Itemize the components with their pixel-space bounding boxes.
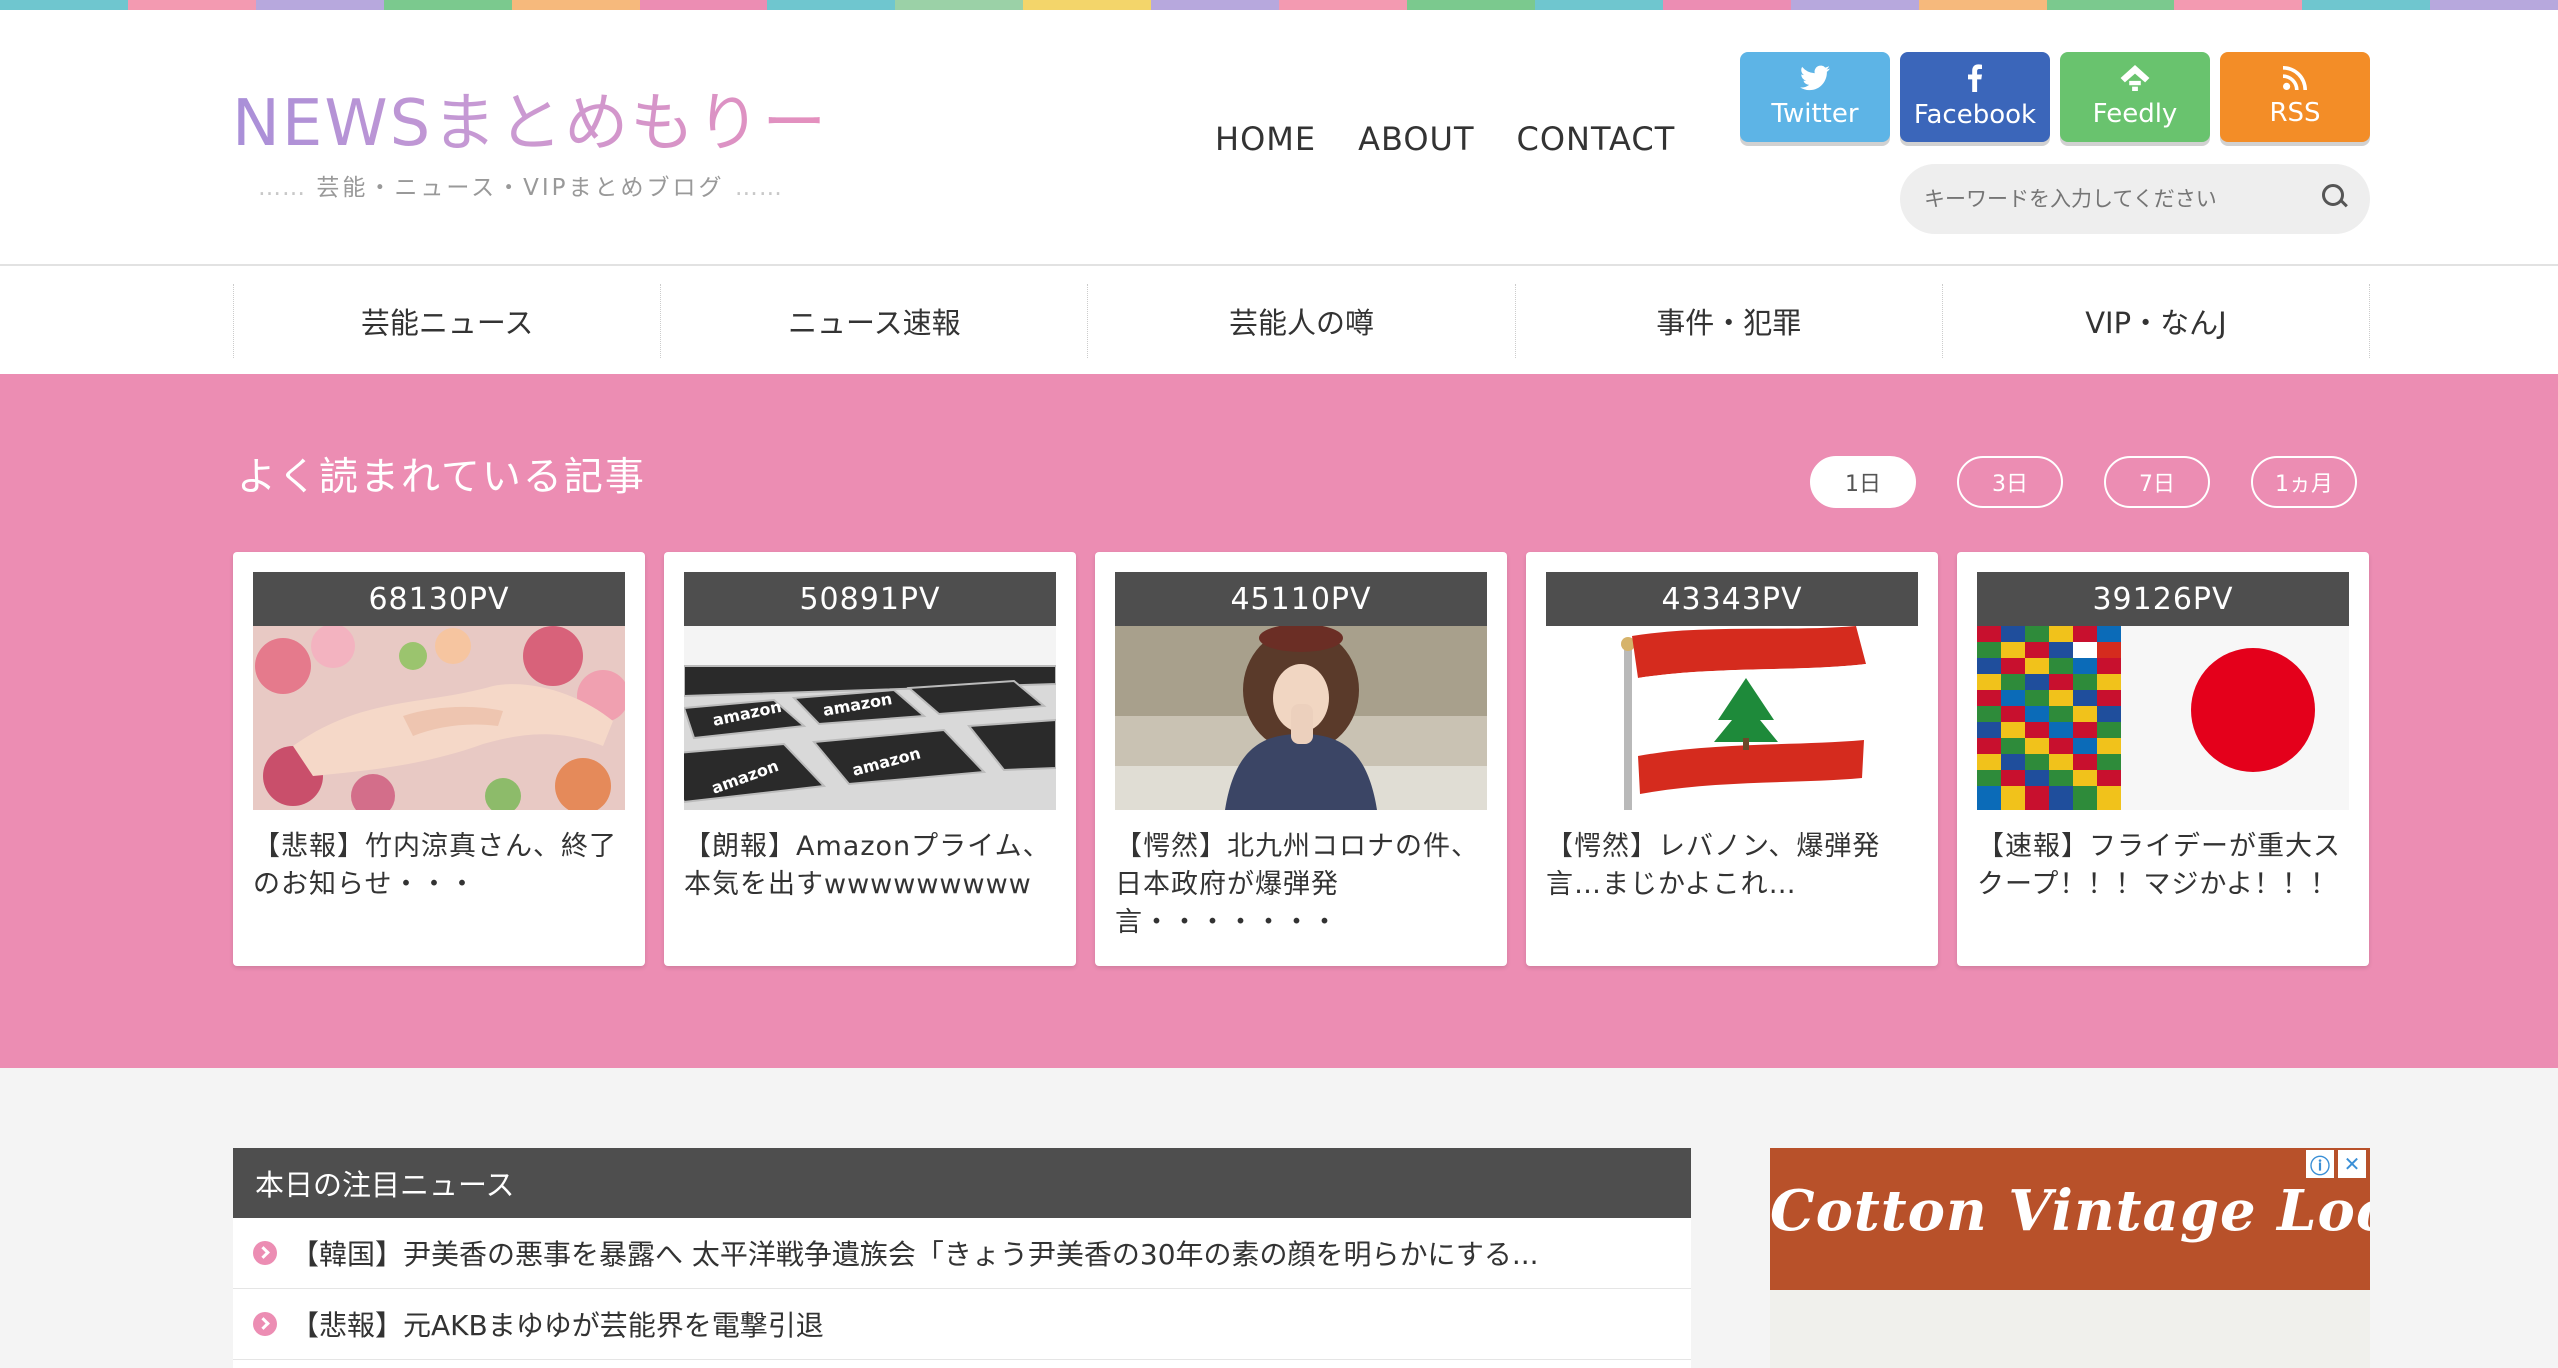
article-card[interactable]: 43343PV 【愕然】レバノン、爆弾発言…まじかよこれ… <box>1526 552 1938 966</box>
twitter-button[interactable]: Twitter <box>1740 52 1890 142</box>
stripe-segment <box>0 0 128 10</box>
stripe-segment <box>895 0 1024 10</box>
article-card[interactable]: 68130PV 【悲報】竹内涼真さん、終了のお知らせ・・・ <box>233 552 645 966</box>
featured-news-section: 本日の注目ニュース 【韓国】尹美香の悪事を暴露へ 太平洋戦争遺族会「きょう尹美香… <box>233 1148 1691 1368</box>
featured-news-heading: 本日の注目ニュース <box>233 1148 1691 1218</box>
ad-close-icon[interactable]: ✕ <box>2338 1150 2366 1178</box>
chevron-right-icon <box>253 1312 277 1336</box>
stripe-segment <box>2046 0 2175 10</box>
rss-icon <box>2283 65 2307 97</box>
news-list-item[interactable]: 【悲報】元AKBまゆゆが芸能界を電撃引退 <box>233 1289 1691 1360</box>
popular-articles-title: よく読まれている記事 <box>237 455 646 500</box>
social-buttons: Twitter Facebook Feedly RSS <box>1740 52 2370 142</box>
stripe-segment <box>639 0 768 10</box>
tagline-dots-right: …… <box>734 175 783 201</box>
facebook-button[interactable]: Facebook <box>1900 52 2050 142</box>
article-title[interactable]: 【朗報】Amazonプライム、本気を出すwwwwwwwww <box>684 828 1059 904</box>
site-logo[interactable]: NEWSまとめもりー <box>232 72 828 164</box>
period-tab-3day[interactable]: 3日 <box>1957 456 2063 508</box>
stripe-segment <box>2174 0 2303 10</box>
facebook-icon <box>1967 63 1983 99</box>
news-list-item[interactable]: 【韓国】尹美香の悪事を暴露へ 太平洋戦争遺族会「きょう尹美香の30年の素の顔を明… <box>233 1218 1691 1289</box>
feedly-button[interactable]: Feedly <box>2060 52 2210 142</box>
rss-label: RSS <box>2269 98 2321 128</box>
news-item-title[interactable]: 【韓国】尹美香の悪事を暴露へ 太平洋戦争遺族会「きょう尹美香の30年の素の顔を明… <box>291 1233 1539 1273</box>
article-thumbnail[interactable]: amazon amazon amazon amazon <box>684 626 1056 810</box>
article-title[interactable]: 【速報】フライデーが重大スクープ！！！マジかよ！！！ <box>1977 828 2352 904</box>
category-breaking-news[interactable]: ニュース速報 <box>661 284 1089 358</box>
article-thumbnail[interactable] <box>1546 626 1918 810</box>
facebook-label: Facebook <box>1913 99 2037 130</box>
ad-image[interactable] <box>1770 1290 2370 1368</box>
category-nav: 芸能ニュース ニュース速報 芸能人の噂 事件・犯罪 VIP・なんJ <box>0 266 2558 374</box>
ad-badges: ⓘ ✕ <box>2306 1150 2366 1178</box>
category-celebrity-rumors[interactable]: 芸能人の噂 <box>1088 284 1516 358</box>
stripe-segment <box>511 0 640 10</box>
article-card[interactable]: 50891PV amazon amazon amazon amazon 【朗報】… <box>664 552 1076 966</box>
period-tabs: 1日 3日 7日 1ヵ月 <box>1810 456 2357 508</box>
top-nav: HOME ABOUT CONTACT <box>1215 120 1675 158</box>
stripe-segment <box>1662 0 1791 10</box>
period-tab-1month[interactable]: 1ヵ月 <box>2251 456 2357 508</box>
stripe-segment <box>1918 0 2047 10</box>
stripe-segment <box>1406 0 1535 10</box>
twitter-icon <box>1800 65 1830 98</box>
sidebar-ad[interactable]: ⓘ ✕ Cotton Vintage Looks <box>1770 1148 2370 1368</box>
nav-home-link[interactable]: HOME <box>1215 120 1316 158</box>
stripe-segment <box>1279 0 1407 10</box>
chevron-right-icon <box>253 1241 277 1265</box>
stripe-segment <box>383 0 512 10</box>
search-input[interactable] <box>1922 186 2306 212</box>
ad-info-icon[interactable]: ⓘ <box>2306 1150 2334 1178</box>
pageview-count: 43343PV <box>1546 572 1918 626</box>
article-thumbnail[interactable] <box>1977 626 2349 810</box>
popular-cards: 68130PV 【悲報】竹内涼真さん、終了のお知らせ・・・ 50891PV am… <box>233 552 2369 966</box>
pageview-count: 39126PV <box>1977 572 2349 626</box>
rss-button[interactable]: RSS <box>2220 52 2370 142</box>
stripe-segment <box>1023 0 1152 10</box>
article-thumbnail[interactable] <box>1115 626 1487 810</box>
nav-about-link[interactable]: ABOUT <box>1358 120 1474 158</box>
stripe-segment <box>255 0 384 10</box>
period-tab-1day[interactable]: 1日 <box>1810 456 1916 508</box>
category-entertainment-news[interactable]: 芸能ニュース <box>234 284 662 358</box>
pageview-count: 45110PV <box>1115 572 1487 626</box>
search-box <box>1900 164 2370 234</box>
ad-headline[interactable]: Cotton Vintage Looks <box>1770 1178 2370 1244</box>
article-title[interactable]: 【愕然】レバノン、爆弾発言…まじかよこれ… <box>1546 828 1921 904</box>
site-header: NEWSまとめもりー …… 芸能・ニュース・VIPまとめブログ …… HOME … <box>0 10 2558 266</box>
tagline-text: 芸能・ニュース・VIPまとめブログ <box>316 175 725 201</box>
article-card[interactable]: 45110PV 【愕然】北九州コロナの件、日本政府が爆弾発言・・・・・・・ <box>1095 552 1507 966</box>
category-incidents-crime[interactable]: 事件・犯罪 <box>1516 284 1943 358</box>
stripe-segment <box>127 0 256 10</box>
popular-articles-section: よく読まれている記事 1日 3日 7日 1ヵ月 68130PV 【悲報】竹内涼真… <box>0 374 2558 1068</box>
tagline-dots-left: …… <box>258 175 306 201</box>
article-card[interactable]: 39126PV 【速報】フライデーが重大スクープ！！！マジかよ！！！ <box>1957 552 2369 966</box>
feedly-label: Feedly <box>2092 98 2178 129</box>
article-title[interactable]: 【悲報】竹内涼真さん、終了のお知らせ・・・ <box>253 828 628 904</box>
stripe-segment <box>767 0 896 10</box>
top-color-stripe <box>0 0 2558 10</box>
pageview-count: 68130PV <box>253 572 625 626</box>
stripe-segment <box>2302 0 2431 10</box>
pageview-count: 50891PV <box>684 572 1056 626</box>
article-thumbnail[interactable] <box>253 626 625 810</box>
search-icon[interactable] <box>2322 184 2344 206</box>
nav-contact-link[interactable]: CONTACT <box>1517 120 1676 158</box>
stripe-segment <box>2430 0 2558 10</box>
site-tagline: …… 芸能・ニュース・VIPまとめブログ …… <box>258 168 783 202</box>
twitter-label: Twitter <box>1771 98 1859 129</box>
stripe-segment <box>1151 0 1280 10</box>
stripe-segment <box>1790 0 1919 10</box>
category-vip-nanj[interactable]: VIP・なんJ <box>1943 284 2371 358</box>
stripe-segment <box>1534 0 1663 10</box>
period-tab-7day[interactable]: 7日 <box>2104 456 2210 508</box>
article-title[interactable]: 【愕然】北九州コロナの件、日本政府が爆弾発言・・・・・・・ <box>1115 828 1490 942</box>
feedly-icon <box>2120 64 2150 98</box>
news-item-title[interactable]: 【悲報】元AKBまゆゆが芸能界を電撃引退 <box>291 1304 824 1344</box>
